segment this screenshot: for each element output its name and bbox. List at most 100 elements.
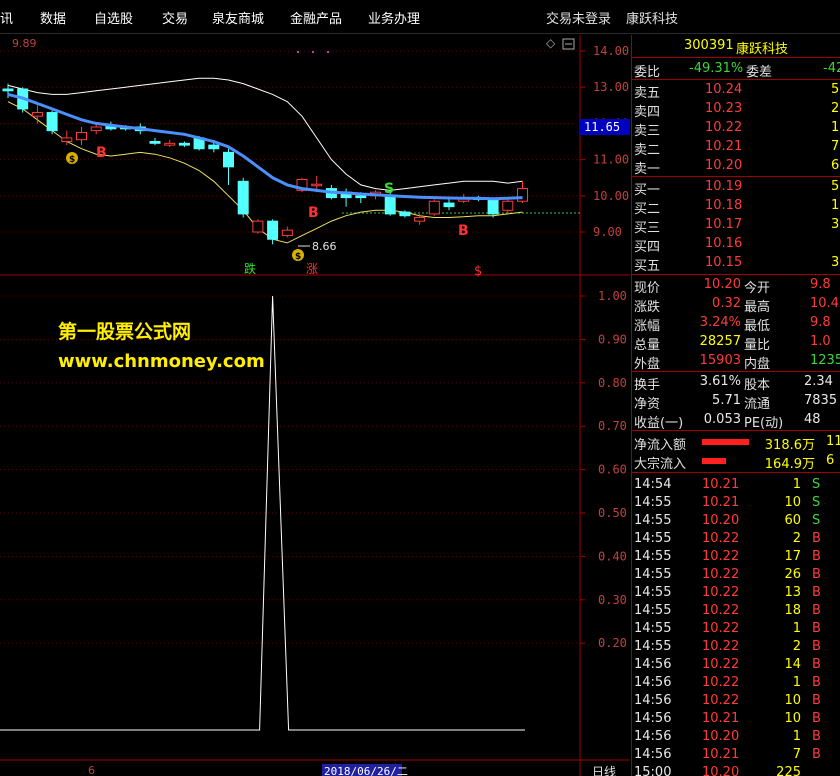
tick-price: 10.22	[702, 693, 740, 708]
tick-time: 14:56	[634, 675, 672, 690]
stats-row: 外盘 15903 内盘 1235	[632, 352, 840, 371]
flow-value: 164.9万	[764, 457, 815, 471]
buy-level-price: 10.19	[705, 179, 743, 194]
tick-price: 10.20	[702, 765, 740, 776]
buy-level-label: 买三	[634, 221, 661, 235]
tick-volume: 18	[784, 603, 801, 618]
menu-item-6[interactable]: 业务办理	[368, 8, 420, 27]
flow-extra: 11	[826, 434, 840, 449]
flow-extra: 6	[826, 453, 835, 468]
sell-level-volume: 5	[831, 82, 840, 97]
tick-price: 10.22	[702, 639, 740, 654]
tick-price: 10.21	[702, 711, 740, 726]
candle-body	[208, 144, 220, 150]
candle-body	[237, 180, 249, 215]
tick-time: 14:55	[634, 495, 672, 510]
tick-price: 10.20	[702, 513, 740, 528]
menu-item-5[interactable]: 金融产品	[290, 8, 342, 27]
stats2-row: 收益(一) 0.053 PE(动) 48	[632, 411, 840, 430]
tick-time: 14:55	[634, 585, 672, 600]
tick-side: B	[812, 621, 821, 636]
stock-name-tab[interactable]: 康跃科技	[626, 8, 678, 27]
tick-time: 14:55	[634, 567, 672, 582]
stock-header: 300391 康跃科技	[632, 37, 840, 56]
stat-label: 最高	[744, 300, 771, 314]
bottom-left-label: 6	[88, 764, 95, 776]
tick-time: 14:56	[634, 711, 672, 726]
weicha-value: -42	[823, 61, 840, 76]
sell-level-label: 卖四	[634, 105, 661, 119]
candle-body	[414, 217, 426, 222]
sell-level-label: 卖二	[634, 143, 661, 157]
tick-side: B	[812, 711, 821, 726]
tick-row: 14:55 10.22 2 B	[632, 530, 840, 549]
price-axis-label: 14.00	[593, 44, 629, 58]
stat-label: 外盘	[634, 357, 661, 371]
trade-login-status[interactable]: 交易未登录	[546, 8, 611, 27]
tick-side: S	[812, 495, 821, 510]
stat-value: 3.24%	[699, 315, 741, 330]
flow-label: 净流入额	[634, 438, 687, 452]
sell-level-label: 卖五	[634, 86, 661, 100]
weicha-label: 委差	[746, 65, 773, 79]
buy-signal-label: B	[458, 223, 469, 239]
stat-label: 涨幅	[634, 319, 661, 333]
sell-level-row: 卖二 10.21 7	[632, 138, 840, 157]
money-bag-icon-glyph: $	[69, 155, 75, 165]
buy-level-row: 买二 10.18 11	[632, 197, 840, 216]
candle-body	[384, 195, 396, 215]
tick-row: 14:55 10.22 2 B	[632, 638, 840, 657]
date-label: 2018/06/26/二	[324, 765, 408, 776]
flow-row: 净流入额 318.6万 11	[632, 433, 840, 452]
candle-body	[76, 131, 87, 141]
tick-row: 14:55 10.22 17 B	[632, 548, 840, 567]
candle-body	[90, 126, 102, 132]
price-axis-label: 9.00	[593, 225, 622, 239]
tick-price: 10.21	[702, 477, 740, 492]
tick-price: 10.21	[702, 495, 740, 510]
quote-panel: 300391康跃科技委比 -49.31%委差 -42 卖五 10.24 5 卖四 10.23 2…	[631, 35, 840, 776]
buy-level-label: 买二	[634, 202, 661, 216]
tick-volume: 14	[784, 657, 801, 672]
candle-body	[164, 142, 176, 146]
sell-level-row: 卖五 10.24 5	[632, 81, 840, 100]
tick-side: S	[812, 477, 821, 492]
candle-body	[443, 202, 455, 208]
candle-body	[46, 112, 58, 132]
sell-level-volume: 19	[831, 120, 840, 135]
weibi-value: -49.31%	[689, 61, 744, 76]
tick-side: B	[812, 531, 821, 546]
tick-time: 14:56	[634, 693, 672, 708]
menu-item-3[interactable]: 交易	[162, 8, 188, 27]
stat-label: 总量	[634, 338, 661, 352]
tick-row: 14:56 10.21 10 B	[632, 710, 840, 729]
menu-item-0[interactable]: 讯	[0, 8, 13, 27]
die-signal-label: 跌	[244, 261, 256, 276]
stats-row: 涨跌 0.32 最高 10.4	[632, 295, 840, 314]
tick-side: B	[812, 747, 821, 762]
low-annotation-label: 8.66	[312, 240, 337, 253]
panel-separator	[632, 79, 840, 80]
tick-time: 14:56	[634, 729, 672, 744]
menu-item-2[interactable]: 自选股	[94, 8, 133, 27]
sell-level-label: 卖一	[634, 162, 661, 176]
sell-level-price: 10.21	[705, 139, 743, 154]
tick-row: 14:55 10.22 18 B	[632, 602, 840, 621]
stat-label: 内盘	[744, 357, 771, 371]
stat2-label: 收益(一)	[634, 416, 684, 430]
tick-volume: 1	[792, 477, 801, 492]
flow-bar	[702, 439, 749, 445]
buy-level-label: 买一	[634, 183, 661, 197]
stat-value: 28257	[699, 334, 741, 349]
tick-side: B	[812, 549, 821, 564]
tick-price: 10.22	[702, 675, 740, 690]
menu-item-1[interactable]: 数据	[40, 8, 66, 27]
marker-dot	[297, 51, 299, 53]
menu-item-4[interactable]: 泉友商城	[212, 8, 264, 27]
indicator-axis-label: 0.90	[598, 332, 627, 346]
stats-row: 总量 28257 量比 1.0	[632, 333, 840, 352]
buy-level-volume: 3	[831, 217, 840, 232]
tick-row: 14:56 10.21 7 B	[632, 746, 840, 765]
indicator-axis-label: 0.40	[598, 549, 627, 563]
stat2-value: 2.34	[804, 374, 833, 389]
